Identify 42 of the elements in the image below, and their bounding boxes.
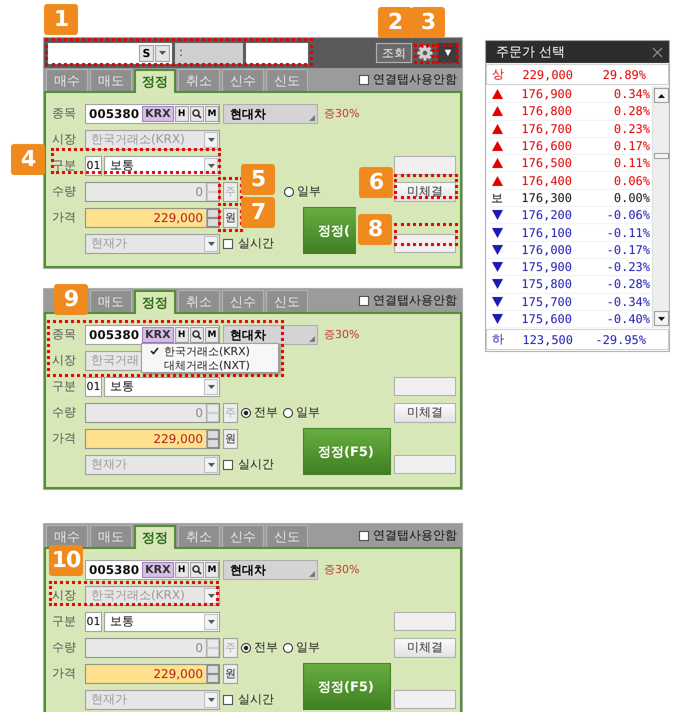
radio-label: 일부 (296, 639, 320, 656)
field-label: 수량 (52, 404, 77, 421)
field-label: 시장 (52, 131, 77, 148)
menu-item-label: 한국거래소(KRX) (164, 344, 250, 358)
field-label: 종목 (52, 326, 77, 343)
radio-label: 일부 (296, 404, 320, 421)
field-label: 가격 (52, 665, 77, 682)
field-label: 시장 (52, 587, 77, 604)
margin-rate: 증30% (324, 562, 360, 577)
field-label: 수량 (52, 639, 77, 656)
field-label: 구분 (52, 378, 77, 395)
checkbox-label: 연결탭사용안함 (373, 292, 457, 309)
radio-label: 전부 (254, 639, 278, 656)
checkbox-label: 실시간 (238, 691, 274, 708)
step-badge: 5 (241, 164, 275, 195)
field-label: 시장 (52, 352, 77, 369)
field-label: 구분 (52, 157, 77, 174)
radio-label: 일부 (297, 183, 321, 200)
radio-label: 전부 (254, 404, 278, 421)
field-label: 종목 (52, 105, 77, 122)
step-badge: 2 (378, 7, 412, 38)
menu-item-label: 대체거래소(NXT) (164, 358, 250, 372)
field-label: 가격 (52, 430, 77, 447)
checkbox-label: 연결탭사용안함 (373, 71, 457, 88)
step-badge: 10 (49, 545, 83, 576)
window-title: 주문가 선택 (496, 44, 566, 61)
step-badge: 9 (54, 284, 88, 315)
field-label: 구분 (52, 613, 77, 630)
step-badge: 7 (241, 197, 275, 228)
step-badge: 8 (358, 214, 392, 245)
account-name-field: : (175, 42, 243, 64)
step-badge: 6 (359, 167, 393, 198)
margin-rate: 증30% (324, 106, 360, 121)
step-badge: 1 (44, 4, 78, 35)
margin-rate: 증30% (324, 327, 360, 342)
checkbox-label: 실시간 (238, 235, 274, 252)
checkbox-label: 연결탭사용안함 (373, 527, 457, 544)
checkbox-label: 실시간 (238, 456, 274, 473)
step-badge: 3 (411, 7, 445, 38)
field-label: 수량 (52, 183, 77, 200)
step-badge: 4 (11, 144, 45, 175)
field-label: 가격 (52, 209, 77, 226)
